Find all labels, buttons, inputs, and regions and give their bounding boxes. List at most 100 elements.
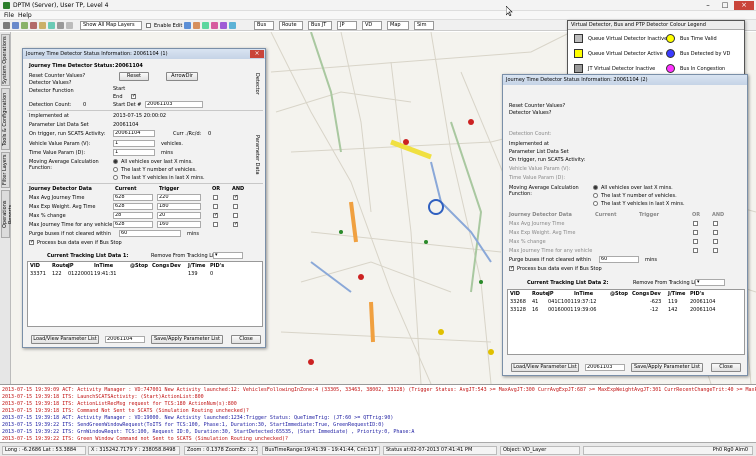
data-row-current[interactable]: 628 bbox=[113, 221, 153, 228]
legend-swatch bbox=[574, 49, 583, 58]
tool-icon-6[interactable] bbox=[229, 22, 236, 29]
pan-icon[interactable] bbox=[12, 22, 19, 29]
menu-file[interactable]: File bbox=[4, 12, 14, 19]
tab-operations-reports[interactable]: Operations Reports bbox=[1, 190, 14, 238]
arrowdir-button[interactable]: ArrowDir bbox=[166, 72, 198, 81]
status-xy: X : 315242.7179 Y : 238058.8498 bbox=[88, 446, 180, 455]
track-col-header: PID's bbox=[210, 263, 225, 269]
d2-load-parameter-button[interactable]: Load/View Parameter List bbox=[511, 363, 579, 372]
and-checkbox[interactable]: ✓ bbox=[233, 195, 238, 200]
tool-icon-5[interactable] bbox=[220, 22, 227, 29]
data-row-current[interactable]: 28 bbox=[113, 212, 153, 219]
data-row-trigger[interactable]: 20 bbox=[157, 212, 201, 219]
close-window-button[interactable]: × bbox=[734, 1, 754, 10]
d2-or-checkbox[interactable] bbox=[693, 239, 698, 244]
col-current: Current bbox=[115, 186, 137, 192]
tab-system-operations[interactable]: System Operations bbox=[1, 34, 10, 86]
settings-icon[interactable] bbox=[66, 22, 73, 29]
tracking-grid-1[interactable]: VID Route JP InTime @Stop Congs Dev J/Time PID's… bbox=[27, 261, 263, 327]
radio-last-y-vehicles[interactable] bbox=[113, 167, 118, 172]
or-checkbox[interactable] bbox=[213, 222, 218, 227]
d2-param-select[interactable]: 20061103 bbox=[585, 364, 625, 371]
d2-or-checkbox[interactable] bbox=[693, 230, 698, 235]
load-parameter-button[interactable]: Load/View Parameter List bbox=[31, 335, 99, 344]
d2-radio-last-y-in-x[interactable] bbox=[593, 201, 598, 206]
minimize-button[interactable]: – bbox=[700, 1, 716, 10]
jp-button[interactable]: JP bbox=[337, 21, 357, 30]
data-row-trigger[interactable]: 160 bbox=[157, 221, 201, 228]
d2-save-parameter-button[interactable]: Save/Apply Parameter List bbox=[631, 363, 703, 372]
and-checkbox[interactable]: ✓ bbox=[233, 222, 238, 227]
tool-icon-3[interactable] bbox=[202, 22, 209, 29]
enable-edit-checkbox[interactable] bbox=[146, 23, 151, 28]
tool-icon-2[interactable] bbox=[193, 22, 200, 29]
radio-last-y-in-x[interactable] bbox=[113, 175, 118, 180]
start-det-input[interactable]: 20061103 bbox=[145, 101, 203, 108]
d2-purge-label: Purge buses if not cleared within bbox=[509, 257, 591, 263]
data-row-current[interactable]: 628 bbox=[113, 203, 153, 210]
bus-jt-button[interactable]: Bus JT bbox=[308, 21, 332, 30]
and-checkbox[interactable] bbox=[233, 213, 238, 218]
vehicle-param-input[interactable]: 1 bbox=[113, 140, 155, 147]
status-object: Object: VD_Layer bbox=[500, 446, 580, 455]
maximize-button[interactable]: □ bbox=[717, 1, 733, 10]
radio-all-vehicles[interactable] bbox=[113, 159, 118, 164]
tab-filter-layers[interactable]: Filter Layers bbox=[1, 152, 10, 188]
close-button[interactable]: Close bbox=[231, 335, 261, 344]
or-checkbox[interactable] bbox=[213, 195, 218, 200]
d2-and-checkbox[interactable] bbox=[713, 239, 718, 244]
remove-select[interactable]: ▾ bbox=[213, 252, 243, 259]
legend-label: Bus Time Valid bbox=[680, 36, 717, 42]
d2-radio-all[interactable] bbox=[593, 185, 598, 190]
route-button[interactable]: Route bbox=[279, 21, 303, 30]
tab-tools-configuration[interactable]: Tools & Configuration bbox=[1, 88, 10, 150]
d2-detector-values-label: Detector Values? bbox=[509, 110, 552, 116]
d2-remove-select[interactable]: ▾ bbox=[695, 279, 725, 286]
d2-or-checkbox[interactable] bbox=[693, 248, 698, 253]
end-checkbox[interactable]: ✓ bbox=[131, 94, 136, 99]
map-button[interactable]: Map bbox=[387, 21, 409, 30]
remove-label: Remove From Tracking List bbox=[151, 253, 219, 259]
dialog-1-close-icon[interactable]: × bbox=[250, 50, 264, 58]
d2-close-button[interactable]: Close bbox=[711, 363, 741, 372]
data-row-trigger[interactable]: 180 bbox=[157, 203, 201, 210]
reset-counter-label: Reset Counter Values? bbox=[29, 73, 86, 79]
pointer-icon[interactable] bbox=[3, 22, 10, 29]
data-row-trigger[interactable]: 220 bbox=[157, 194, 201, 201]
d2-and-checkbox[interactable] bbox=[713, 248, 718, 253]
process-checkbox[interactable]: ✓ bbox=[29, 240, 34, 245]
refresh-icon[interactable] bbox=[39, 22, 46, 29]
legend-title: Virtual Detector, Bus and PTP Detector C… bbox=[568, 21, 744, 30]
on-trigger-input[interactable]: 20061104 bbox=[113, 130, 155, 137]
d2-and-checkbox[interactable] bbox=[713, 230, 718, 235]
tracking-grid-2[interactable]: VID Route JP InTime @Stop Congs Dev J/Time PID's… bbox=[507, 289, 745, 355]
sim-button[interactable]: Sim bbox=[414, 21, 434, 30]
track-cell: 33128 bbox=[510, 307, 526, 313]
layers-icon[interactable] bbox=[48, 22, 55, 29]
and-checkbox[interactable] bbox=[233, 204, 238, 209]
d2-purge-input[interactable]: 60 bbox=[599, 256, 639, 263]
grid-icon[interactable] bbox=[57, 22, 64, 29]
track-col-header: Route bbox=[52, 263, 69, 269]
param-select[interactable]: 20061104 bbox=[105, 336, 145, 343]
save-parameter-button[interactable]: Save/Apply Parameter List bbox=[151, 335, 223, 344]
zoom-in-icon[interactable] bbox=[21, 22, 28, 29]
d2-process-checkbox[interactable]: ✓ bbox=[509, 266, 514, 271]
d2-or-checkbox[interactable] bbox=[693, 221, 698, 226]
purge-input[interactable]: 60 bbox=[119, 230, 181, 237]
menu-help[interactable]: Help bbox=[18, 12, 32, 19]
layers-select[interactable]: Show All Map Layers bbox=[80, 21, 142, 30]
or-checkbox[interactable]: ✓ bbox=[213, 213, 218, 218]
zoom-out-icon[interactable] bbox=[30, 22, 37, 29]
d2-radio-last-y[interactable] bbox=[593, 193, 598, 198]
bus-button[interactable]: Bus bbox=[254, 21, 274, 30]
tool-icon-4[interactable] bbox=[211, 22, 218, 29]
activity-log[interactable]: 2013-07-15 19:39:09 ACT: Activity Manage… bbox=[0, 384, 756, 442]
d2-and-checkbox[interactable] bbox=[713, 221, 718, 226]
time-param-input[interactable]: 1 bbox=[113, 149, 155, 156]
data-row-current[interactable]: 628 bbox=[113, 194, 153, 201]
reset-button[interactable]: Reset bbox=[119, 72, 149, 81]
or-checkbox[interactable] bbox=[213, 204, 218, 209]
tool-icon-1[interactable] bbox=[184, 22, 191, 29]
vd-button[interactable]: VD bbox=[362, 21, 382, 30]
